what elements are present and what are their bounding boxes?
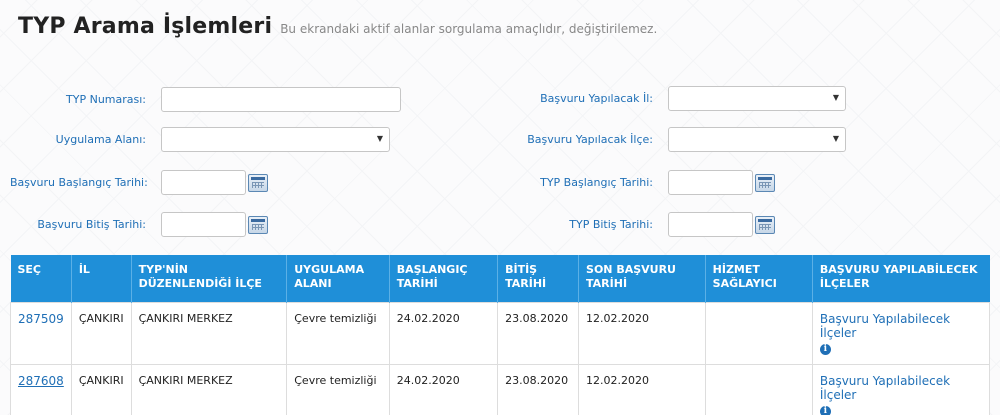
basvuru-baslangic-input[interactable]	[161, 170, 246, 195]
row-basvuru-il: Başvuru Yapılacak İl: ▼	[480, 86, 846, 111]
basvuru-ilce-label: Başvuru Yapılacak İlçe:	[527, 133, 653, 146]
cell-baslangic: 24.02.2020	[388, 363, 499, 415]
col-header-son-basvuru: SON BAŞVURU TARİHİ	[578, 255, 706, 302]
calendar-icon[interactable]	[248, 173, 268, 192]
row-typ-baslangic: TYP Başlangıç Tarihi:	[480, 170, 775, 195]
cell-bitis: 23.08.2020	[497, 363, 580, 415]
calendar-icon[interactable]	[248, 215, 268, 234]
row-typ-numarasi: TYP Numarası:	[10, 87, 401, 112]
cell-ilceler: Başvuru Yapılabilecek İlçeler i	[811, 363, 991, 415]
row-basvuru-baslangic: Başvuru Başlangıç Tarihi:	[10, 170, 268, 195]
cell-son-basvuru: 12.02.2020	[578, 363, 706, 415]
typ-code-link[interactable]: 287509	[18, 312, 64, 326]
cell-baslangic: 24.02.2020	[388, 301, 499, 365]
row-typ-bitis: TYP Bitiş Tarihi:	[480, 212, 775, 237]
chevron-down-icon: ▼	[832, 93, 839, 102]
uygulama-alani-select[interactable]: ▼	[161, 127, 390, 152]
typ-numarasi-label: TYP Numarası:	[66, 93, 146, 106]
basvuru-ilce-select[interactable]: ▼	[668, 127, 846, 152]
cell-code: 287509	[10, 301, 72, 365]
cell-alan: Çevre temizliği	[286, 363, 390, 415]
col-header-uygulama-alani: UYGULAMA ALANI	[286, 255, 390, 302]
typ-baslangic-label: TYP Başlangıç Tarihi:	[540, 176, 653, 189]
col-header-ilce: TYP'NİN DÜZENLENDİĞİ İLÇE	[131, 255, 288, 302]
row-basvuru-ilce: Başvuru Yapılacak İlçe: ▼	[480, 127, 846, 152]
cell-ilceler: Başvuru Yapılabilecek İlçeler i	[811, 301, 991, 365]
cell-bitis: 23.08.2020	[497, 301, 580, 365]
page-header: TYP Arama İşlemleri Bu ekrandaki aktif a…	[18, 14, 657, 39]
table-row: 287509 ÇANKIRI ÇANKIRI MERKEZ Çevre temi…	[10, 301, 991, 365]
page-subtitle: Bu ekrandaki aktif alanlar sorgulama ama…	[280, 22, 658, 36]
typ-code-link[interactable]: 287608	[18, 374, 64, 388]
calendar-icon[interactable]	[755, 173, 775, 192]
table-row: 287608 ÇANKIRI ÇANKIRI MERKEZ Çevre temi…	[10, 363, 991, 415]
calendar-icon[interactable]	[755, 215, 775, 234]
chevron-down-icon: ▼	[832, 134, 839, 143]
col-header-baslangic: BAŞLANGIÇ TARİHİ	[389, 255, 499, 302]
results-table: SEÇ İL TYP'NİN DÜZENLENDİĞİ İLÇE UYGULAM…	[10, 255, 991, 415]
typ-bitis-label: TYP Bitiş Tarihi:	[569, 218, 653, 231]
row-basvuru-bitis: Başvuru Bitiş Tarihi:	[10, 212, 268, 237]
cell-hizmet	[704, 363, 813, 415]
page-title: TYP Arama İşlemleri	[18, 14, 273, 39]
typ-numarasi-input[interactable]	[161, 87, 401, 112]
ilceler-link[interactable]: Başvuru Yapılabilecek İlçeler	[820, 312, 950, 340]
basvuru-bitis-input[interactable]	[161, 212, 246, 237]
col-header-il: İL	[71, 255, 132, 302]
typ-baslangic-input[interactable]	[668, 170, 753, 195]
cell-code: 287608	[10, 363, 72, 415]
ilceler-link[interactable]: Başvuru Yapılabilecek İlçeler	[820, 374, 950, 402]
col-header-bitis: BİTİŞ TARİHİ	[497, 255, 580, 302]
basvuru-baslangic-label: Başvuru Başlangıç Tarihi:	[10, 176, 148, 189]
table-header-row: SEÇ İL TYP'NİN DÜZENLENDİĞİ İLÇE UYGULAM…	[10, 255, 990, 302]
col-header-hizmet: HİZMET SAĞLAYICI	[705, 255, 813, 302]
cell-ilce: ÇANKIRI MERKEZ	[130, 301, 288, 365]
cell-son-basvuru: 12.02.2020	[578, 301, 706, 365]
uygulama-alani-label: Uygulama Alanı:	[55, 133, 146, 146]
col-header-ilceler: BAŞVURU YAPILABİLECEK İLÇELER	[812, 255, 990, 302]
col-header-sec: SEÇ	[10, 255, 72, 302]
basvuru-il-label: Başvuru Yapılacak İl:	[540, 92, 653, 105]
cell-ilce: ÇANKIRI MERKEZ	[130, 363, 288, 415]
cell-hizmet	[704, 301, 813, 365]
cell-il: ÇANKIRI	[70, 301, 132, 365]
typ-bitis-input[interactable]	[668, 212, 753, 237]
row-uygulama-alani: Uygulama Alanı: ▼	[10, 127, 390, 152]
chevron-down-icon: ▼	[376, 134, 383, 143]
cell-alan: Çevre temizliği	[286, 301, 390, 365]
cell-il: ÇANKIRI	[70, 363, 132, 415]
basvuru-bitis-label: Başvuru Bitiş Tarihi:	[37, 218, 146, 231]
info-icon[interactable]: i	[819, 343, 831, 355]
info-icon[interactable]: i	[819, 405, 831, 415]
basvuru-il-select[interactable]: ▼	[668, 86, 846, 111]
